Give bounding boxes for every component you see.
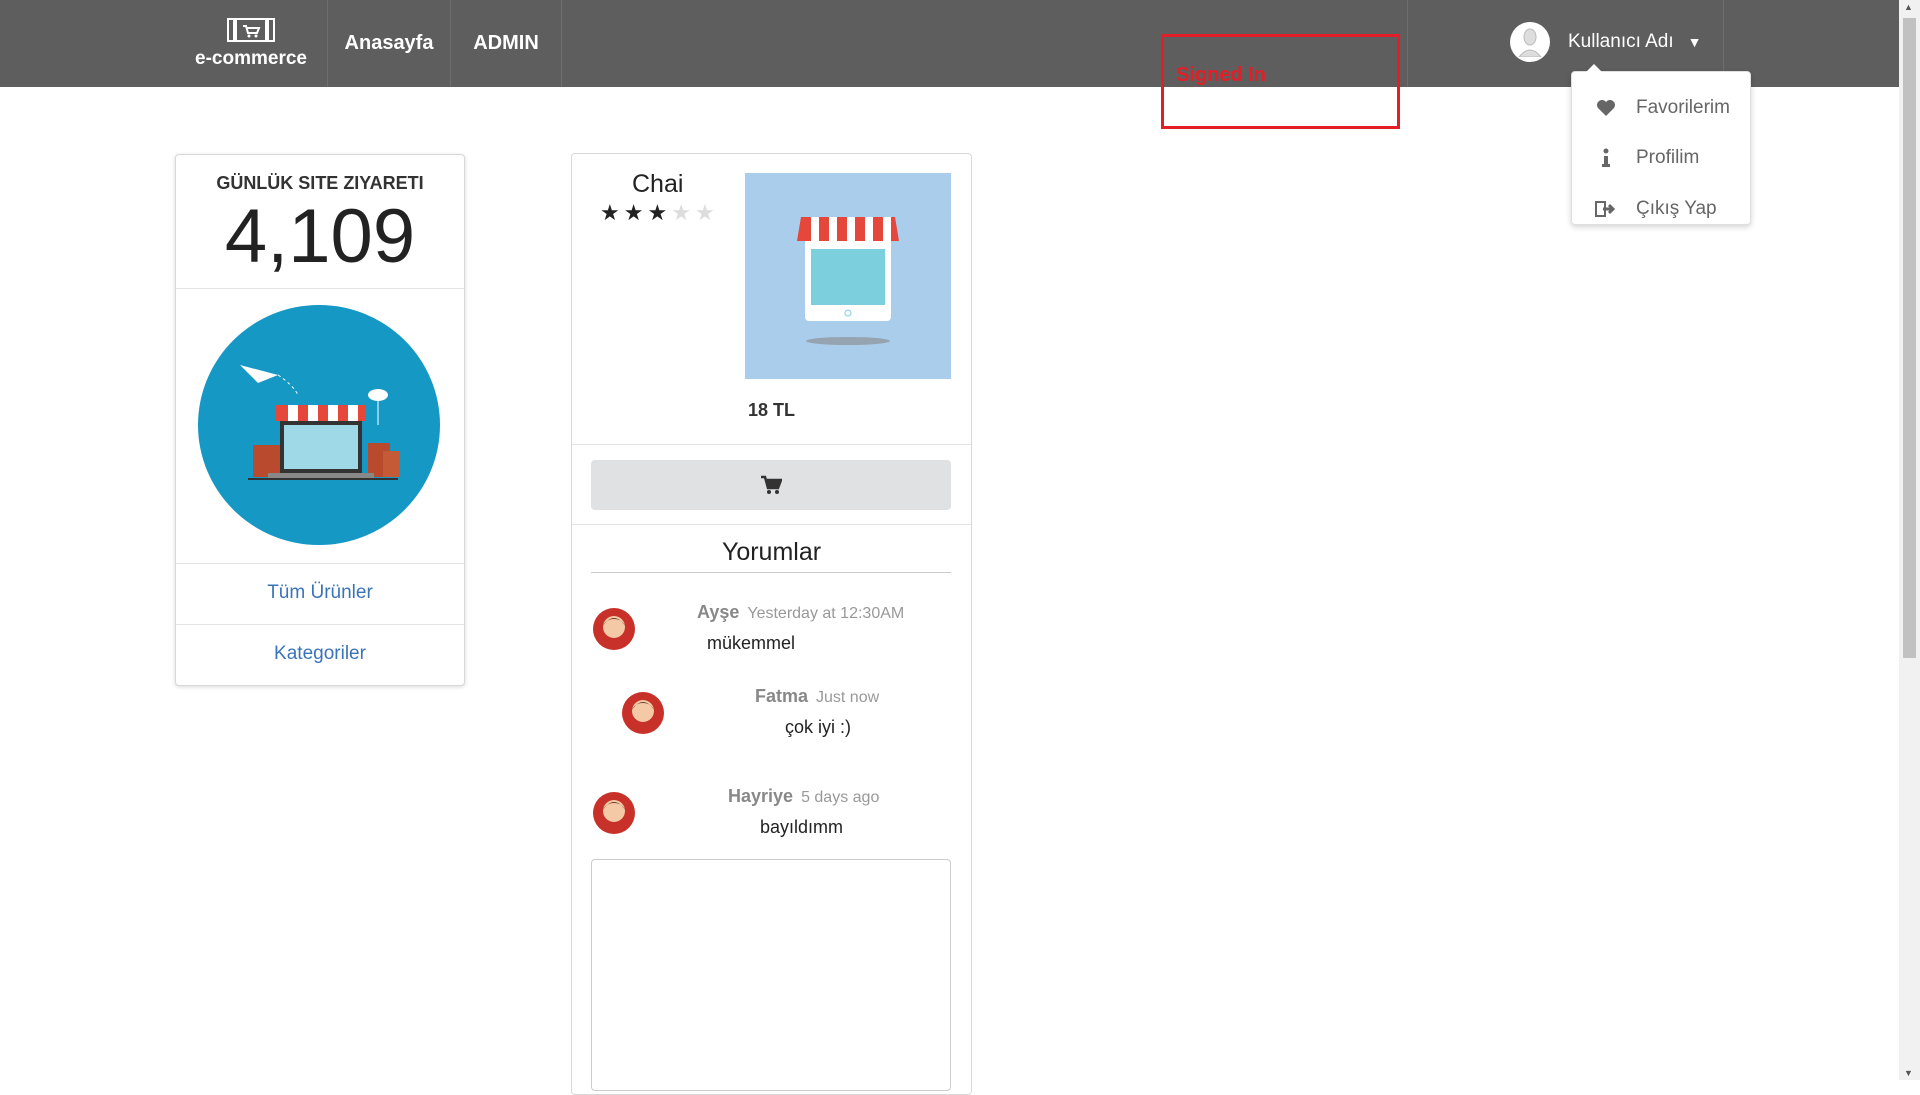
caret-down-icon: ▼: [1687, 34, 1702, 50]
categories-link[interactable]: Kategoriler: [176, 643, 464, 665]
visit-count: 4,109: [224, 194, 416, 279]
comment-time: 5 days ago: [801, 789, 880, 806]
info-icon: [1594, 148, 1618, 168]
comment-text: mükemmel: [707, 633, 796, 653]
divider: [572, 444, 971, 445]
star-filled-icon: ★: [600, 200, 620, 225]
divider: [176, 288, 464, 289]
heart-icon: [1594, 99, 1618, 117]
user-name-label: Kullanıcı Adı: [1568, 31, 1674, 52]
rating-stars: ★ ★ ★ ★ ★: [600, 202, 715, 224]
reviews-divider: [591, 572, 951, 573]
dropdown-item-label: Favorilerim: [1636, 97, 1730, 118]
scroll-down-arrow-icon[interactable]: ▼: [1904, 1068, 1913, 1078]
user-dropdown-menu: Favorilerim Profilim Çıkış Yap: [1571, 64, 1751, 225]
comment-item: Fatma Just now çok iyi :): [755, 686, 879, 738]
comment-author[interactable]: Fatma: [755, 686, 808, 706]
comment-text: çok iyi :): [785, 717, 852, 737]
star-filled-icon: ★: [623, 200, 644, 225]
page-scrollbar[interactable]: ▲ ▼: [1899, 0, 1920, 1080]
nav-admin-link[interactable]: ADMIN: [451, 0, 562, 87]
star-empty-icon: ★: [671, 200, 691, 225]
user-menu-toggle[interactable]: Kullanıcı Adı ▼: [1510, 20, 1701, 64]
cart-icon: [761, 475, 782, 494]
dropdown-item-profile[interactable]: Profilim: [1572, 138, 1750, 178]
sign-out-icon: [1594, 200, 1618, 218]
comment-time: Yesterday at 12:30AM: [747, 605, 905, 622]
shop-illustration: [198, 305, 440, 545]
dropdown-item-label: Profilim: [1636, 147, 1700, 168]
divider: [176, 563, 464, 564]
commenter-avatar: [593, 791, 635, 835]
comment-time: Just now: [816, 689, 880, 706]
divider: [572, 524, 971, 525]
all-products-link[interactable]: Tüm Ürünler: [176, 582, 464, 604]
user-avatar: [1510, 22, 1550, 62]
add-to-cart-button[interactable]: [591, 460, 951, 510]
comment-item: Ayşe Yesterday at 12:30AM mükemmel: [697, 602, 904, 654]
dropdown-item-favorites[interactable]: Favorilerim: [1572, 88, 1750, 128]
comment-author[interactable]: Hayriye: [728, 786, 793, 806]
brand-logo-link[interactable]: e-commerce: [175, 0, 328, 87]
product-price: 18 TL: [748, 400, 796, 420]
scroll-thumb[interactable]: [1903, 18, 1916, 658]
star-filled-icon: ★: [647, 200, 668, 225]
brand-text: e-commerce: [195, 47, 307, 69]
comment-item: Hayriye 5 days ago bayıldımm: [728, 786, 879, 838]
shop-logo-icon: [227, 17, 275, 42]
comment-text: bayıldımm: [760, 817, 844, 837]
user-silhouette-icon: [1518, 28, 1542, 57]
comment-textarea[interactable]: [591, 859, 951, 1091]
divider: [176, 624, 464, 625]
product-image: [745, 173, 951, 379]
signed-in-text: Signed In: [1176, 64, 1266, 86]
signed-in-annotation-box: Signed In: [1161, 34, 1400, 129]
visit-title: GÜNLÜK SITE ZIYARETI: [216, 173, 424, 193]
scroll-up-arrow-icon[interactable]: ▲: [1904, 2, 1913, 12]
nav-divider: [1407, 0, 1408, 87]
dropdown-item-label: Çıkış Yap: [1636, 198, 1717, 219]
reviews-title: Yorumlar: [721, 538, 822, 566]
commenter-avatar: [593, 607, 635, 651]
product-name: Chai: [632, 170, 684, 198]
nav-home-link[interactable]: Anasayfa: [328, 0, 451, 87]
dropdown-item-logout[interactable]: Çıkış Yap: [1572, 189, 1750, 229]
commenter-avatar: [622, 691, 664, 735]
comment-author[interactable]: Ayşe: [697, 602, 739, 622]
product-card: Chai ★ ★ ★ ★ ★ 18 TL Yorumlar Ayşe Yesterday: [571, 153, 972, 1095]
star-empty-icon: ★: [694, 200, 715, 225]
site-visit-card: GÜNLÜK SITE ZIYARETI 4,109 Tüm Ürünler K…: [175, 154, 465, 686]
